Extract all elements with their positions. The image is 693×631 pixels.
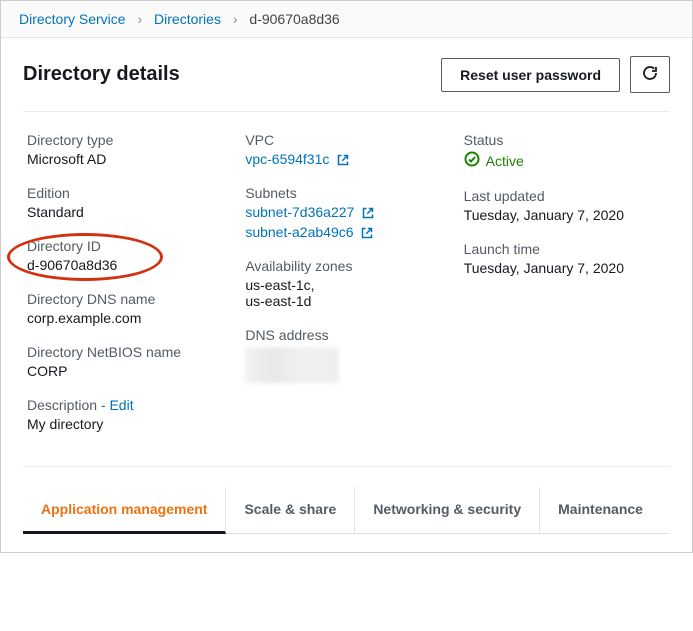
vpc-link[interactable]: vpc-6594f31c (245, 151, 329, 167)
directory-id-value: d-90670a8d36 (27, 257, 221, 273)
description-label: Description - Edit (27, 397, 221, 413)
tabs-bar: Application management Scale & share Net… (23, 487, 670, 533)
details-col-3: Status Active Last updated Tuesday, Janu… (452, 112, 670, 450)
directory-dns-name-label: Directory DNS name (27, 291, 221, 307)
launch-time-label: Launch time (464, 241, 658, 257)
details-panel: Directory type Microsoft AD Edition Stan… (23, 111, 670, 467)
vpc-label: VPC (245, 132, 439, 148)
directory-id-label: Directory ID (27, 238, 221, 254)
chevron-right-icon: › (137, 11, 142, 27)
details-col-2: VPC vpc-6594f31c Subnets subnet-7d36a227… (233, 112, 451, 450)
subnet-2-link[interactable]: subnet-a2ab49c6 (245, 224, 353, 240)
edition-label: Edition (27, 185, 221, 201)
status-label: Status (464, 132, 658, 148)
description-value: My directory (27, 416, 221, 432)
directory-netbios-value: CORP (27, 363, 221, 379)
status-value: Active (464, 151, 524, 170)
breadcrumb: Directory Service › Directories › d-9067… (1, 1, 692, 38)
refresh-icon (642, 65, 658, 84)
last-updated-label: Last updated (464, 188, 658, 204)
breadcrumb-directories-link[interactable]: Directories (154, 11, 221, 27)
breadcrumb-current: d-90670a8d36 (249, 11, 339, 27)
page-header: Directory details Reset user password (1, 38, 692, 111)
reset-password-button[interactable]: Reset user password (441, 58, 620, 92)
directory-netbios-label: Directory NetBIOS name (27, 344, 221, 360)
check-circle-icon (464, 151, 480, 170)
availability-zones-label: Availability zones (245, 258, 439, 274)
breadcrumb-root-link[interactable]: Directory Service (19, 11, 126, 27)
status-text: Active (486, 153, 524, 169)
edit-description-link[interactable]: Edit (109, 397, 133, 413)
directory-type-label: Directory type (27, 132, 221, 148)
page-title: Directory details (23, 63, 441, 86)
tab-networking-security[interactable]: Networking & security (355, 487, 540, 533)
description-label-text: Description - (27, 397, 109, 413)
availability-zone-1: us-east-1c, (245, 277, 439, 293)
directory-type-value: Microsoft AD (27, 151, 221, 167)
availability-zone-2: us-east-1d (245, 293, 439, 309)
chevron-right-icon: › (233, 11, 238, 27)
refresh-button[interactable] (630, 56, 670, 93)
external-link-icon (337, 154, 349, 166)
tab-maintenance[interactable]: Maintenance (540, 487, 661, 533)
dns-address-label: DNS address (245, 327, 439, 343)
directory-dns-name-value: corp.example.com (27, 310, 221, 326)
subnets-label: Subnets (245, 185, 439, 201)
external-link-icon (361, 227, 373, 239)
edition-value: Standard (27, 204, 221, 220)
subnet-1-link[interactable]: subnet-7d36a227 (245, 204, 354, 220)
dns-address-redacted (245, 347, 339, 383)
external-link-icon (362, 207, 374, 219)
details-col-1: Directory type Microsoft AD Edition Stan… (23, 112, 233, 450)
tab-scale-share[interactable]: Scale & share (226, 487, 355, 533)
last-updated-value: Tuesday, January 7, 2020 (464, 207, 658, 223)
tab-application-management[interactable]: Application management (23, 487, 226, 534)
launch-time-value: Tuesday, January 7, 2020 (464, 260, 658, 276)
